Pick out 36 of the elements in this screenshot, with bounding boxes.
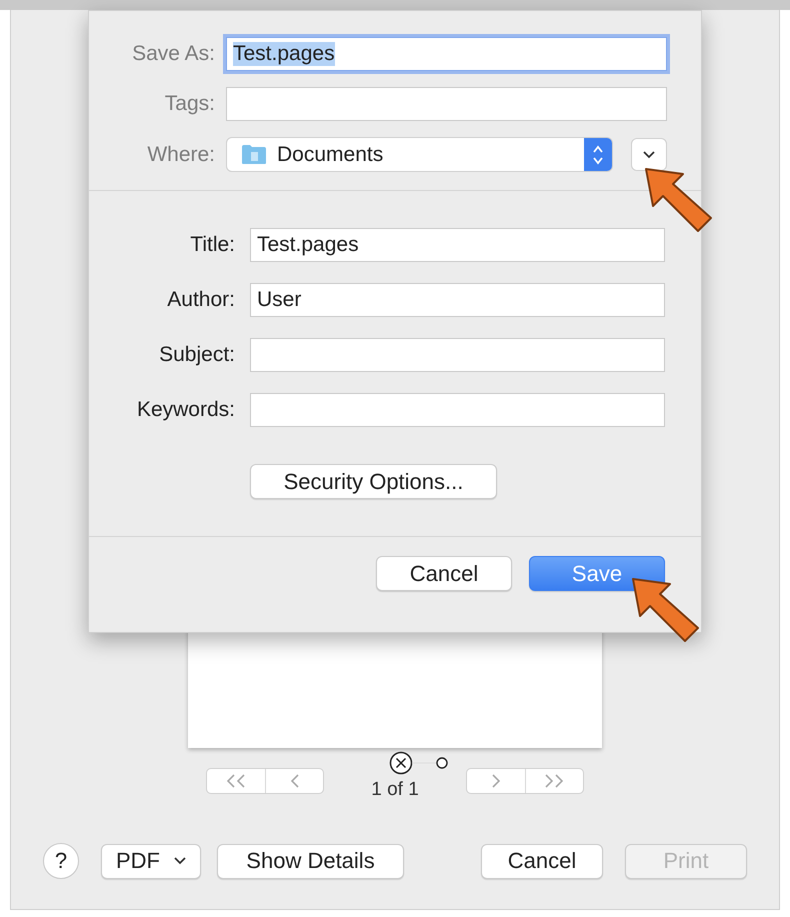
pointer-arrow-icon: [632, 578, 699, 642]
cancel-button[interactable]: Cancel: [376, 556, 512, 591]
page-indicator: 1 of 1: [371, 779, 419, 801]
field-label: Keywords:: [136, 398, 235, 422]
pointer-arrow-icon: [645, 168, 712, 232]
cancel-button[interactable]: Cancel: [481, 844, 603, 878]
help-button[interactable]: ?: [43, 843, 79, 879]
folder-icon: [241, 144, 267, 165]
pdf-menu-button[interactable]: PDF: [101, 844, 201, 878]
stepper-icon: [592, 144, 604, 166]
metadata-field[interactable]: User: [250, 283, 665, 317]
field-label: Tags:: [164, 92, 215, 116]
expand-button[interactable]: [631, 138, 667, 171]
page-nav-control[interactable]: [206, 768, 324, 794]
metadata-field[interactable]: Test.pages: [250, 228, 665, 262]
chevron-icon: [490, 773, 502, 789]
field-label: Title:: [189, 233, 235, 257]
save-as-field[interactable]: Test.pages: [226, 37, 667, 71]
page-nav-control[interactable]: [466, 768, 584, 794]
field-label: Subject:: [158, 343, 235, 367]
metadata-field[interactable]: [250, 338, 665, 372]
field-label: Save As:: [131, 42, 215, 66]
field-label: Where:: [146, 142, 215, 166]
circled-x-icon: [389, 751, 413, 775]
caret-icon: [174, 857, 186, 865]
show-details-button[interactable]: Show Details: [217, 844, 404, 878]
metadata-field[interactable]: [250, 393, 665, 427]
location-popup[interactable]: Documents: [226, 137, 613, 172]
chevron-icon: [288, 773, 300, 789]
field-label: Author:: [166, 288, 235, 312]
double-chevron-icon: [543, 773, 566, 789]
double-chevron-icon: [225, 773, 247, 789]
tags-field[interactable]: [226, 87, 667, 121]
security-options-button[interactable]: Security Options...: [250, 464, 497, 499]
handle-icon: [412, 757, 448, 769]
chevron-down-icon: [643, 150, 655, 158]
